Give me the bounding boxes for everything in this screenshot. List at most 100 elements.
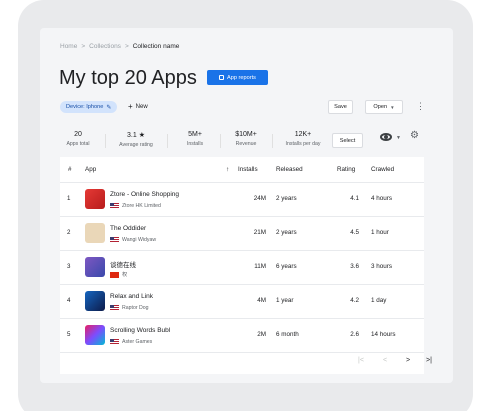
developer-name: Wangi Widyaw (122, 237, 157, 243)
eye-icon[interactable] (380, 133, 392, 141)
stat-installs: 5M+ Installs (175, 131, 215, 147)
row-number: 2 (67, 229, 71, 236)
first-page-button[interactable]: |< (358, 357, 364, 364)
pencil-icon: ✎ (106, 104, 112, 111)
crawled-value: 4 hours (371, 195, 393, 202)
rating-value: 4.2 (350, 297, 359, 304)
stat-label: Installs per day (285, 141, 321, 147)
breadcrumb: Home > Collections > Collection name (60, 43, 179, 50)
us-flag-icon (110, 339, 119, 345)
stat-value: 5M+ (188, 131, 202, 138)
last-page-button[interactable]: >| (426, 357, 432, 364)
column-header-released[interactable]: Released (276, 166, 303, 173)
table-row[interactable]: 1 Ztore - Online Shopping Ztore HK Limit… (60, 183, 424, 216)
app-name[interactable]: The Oddider (110, 225, 146, 232)
breadcrumb-collections[interactable]: Collections (89, 43, 121, 50)
stat-revenue: $10M+ Revenue (226, 131, 266, 147)
app-icon (85, 189, 105, 209)
select-button[interactable]: Select (332, 133, 363, 148)
breadcrumb-separator: > (124, 43, 129, 50)
crawled-value: 1 hour (371, 229, 389, 236)
column-header-installs[interactable]: Installs (238, 166, 258, 173)
table-row[interactable]: 3 谈德在线 权 11M 6 years 3.6 3 hours (60, 251, 424, 284)
column-header-crawled[interactable]: Crawled (371, 166, 394, 173)
stat-value: 12K+ (294, 131, 312, 138)
row-number: 1 (67, 195, 71, 202)
stat-label: Apps total (66, 141, 90, 147)
app-icon (85, 223, 105, 243)
stat-average-rating: 3.1 ★ Average rating (112, 131, 160, 148)
table-row[interactable]: 4 Relax and Link Raptor Dog 4M 1 year 4.… (60, 285, 424, 318)
stat-divider (105, 134, 106, 148)
developer: Ztore HK Limited (110, 203, 161, 209)
open-dropdown[interactable]: Open ▼ (365, 100, 403, 114)
developer-name: Aster Games (122, 339, 153, 345)
developer: 权 (110, 271, 127, 278)
app-name[interactable]: Scrolling Words Bubl (110, 327, 170, 334)
developer: Aster Games (110, 339, 152, 345)
row-number: 3 (67, 263, 71, 270)
table-row[interactable]: 5 Scrolling Words Bubl Aster Games 2M 6 … (60, 319, 424, 352)
app-name[interactable]: 谈德在线 (110, 259, 136, 269)
app-reports-button[interactable]: App reports (207, 70, 268, 85)
column-header-rating[interactable]: Rating (337, 166, 355, 173)
app-reports-label: App reports (227, 74, 256, 81)
us-flag-icon (110, 305, 119, 311)
crawled-value: 14 hours (371, 331, 396, 338)
stat-apps-total: 20 Apps total (58, 131, 98, 147)
sort-arrow-up-icon[interactable]: ↑ (226, 166, 229, 173)
more-options-icon[interactable]: ⋮ (416, 101, 425, 112)
app-screen: Home > Collections > Collection name My top … (40, 28, 453, 383)
installs-value: 2M (257, 331, 266, 338)
page-title: My top 20 Apps (59, 67, 197, 89)
breadcrumb-current: Collection name (132, 43, 180, 50)
chevron-down-icon[interactable]: ▼ (396, 135, 401, 141)
table-row[interactable]: 2 The Oddider Wangi Widyaw 21M 2 years 4… (60, 217, 424, 250)
developer: Wangi Widyaw (110, 237, 156, 243)
installs-value: 4M (257, 297, 266, 304)
released-value: 1 year (276, 297, 294, 304)
stat-value: 3.1 ★ (127, 132, 145, 139)
us-flag-icon (110, 203, 119, 209)
row-number: 4 (67, 297, 71, 304)
installs-value: 24M (253, 195, 266, 202)
released-value: 2 years (276, 195, 297, 202)
stat-divider (220, 134, 221, 148)
released-value: 6 years (276, 263, 297, 270)
stat-label: Revenue (235, 141, 257, 147)
breadcrumb-home[interactable]: Home (60, 43, 77, 50)
released-value: 2 years (276, 229, 297, 236)
stat-label: Average rating (119, 142, 153, 148)
device-filter-chip[interactable]: Device: Iphone ✎ (60, 101, 118, 113)
column-header-number: # (68, 166, 72, 173)
cn-flag-icon (110, 271, 119, 278)
open-label: Open (373, 104, 388, 110)
stat-label: Installs (186, 141, 204, 147)
row-divider (60, 352, 424, 353)
app-name[interactable]: Ztore - Online Shopping (110, 191, 179, 198)
released-value: 6 month (276, 331, 299, 338)
developer-name: Raptor Dog (122, 305, 149, 311)
rating-value: 2.6 (350, 331, 359, 338)
app-icon (85, 325, 105, 345)
developer-name: 权 (122, 272, 128, 278)
stat-installs-per-day: 12K+ Installs per day (278, 131, 328, 147)
rating-value: 3.6 (350, 263, 359, 270)
new-button[interactable]: + New (128, 102, 148, 111)
device-chip-label: Device: Iphone (66, 104, 104, 110)
developer: Raptor Dog (110, 305, 149, 311)
next-page-button[interactable]: > (406, 357, 410, 364)
crawled-value: 1 day (371, 297, 387, 304)
app-name[interactable]: Relax and Link (110, 293, 153, 300)
stat-divider (272, 134, 273, 148)
previous-page-button[interactable]: < (383, 357, 387, 364)
gear-icon[interactable]: ⚙ (410, 130, 419, 141)
developer-name: Ztore HK Limited (122, 203, 161, 209)
us-flag-icon (110, 237, 119, 243)
stat-value: $10M+ (235, 131, 257, 138)
breadcrumb-separator: > (81, 43, 86, 50)
crawled-value: 3 hours (371, 263, 393, 270)
save-button[interactable]: Save (328, 100, 353, 114)
installs-value: 21M (253, 229, 266, 236)
column-header-app[interactable]: App (85, 166, 96, 173)
